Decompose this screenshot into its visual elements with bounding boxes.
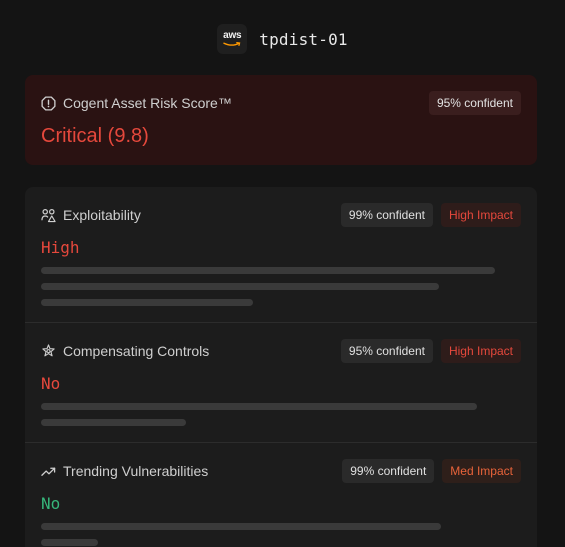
impact-badge: Med Impact [442, 459, 521, 483]
factor-header: Compensating Controls 95% confident High… [41, 339, 521, 363]
factor-header: Exploitability 99% confident High Impact [41, 203, 521, 227]
factor-value: High [41, 238, 80, 257]
factor-exploitability: Exploitability 99% confident High Impact… [25, 187, 537, 322]
asset-risk-panel: aws tpdist-01 Cogent Asset Risk Score™ 9… [0, 0, 565, 547]
factor-header: Trending Vulnerabilities 99% confident M… [41, 459, 521, 483]
confidence-badge: 95% confident [340, 339, 433, 363]
impact-badge: High Impact [440, 339, 521, 363]
aws-logo: aws [217, 24, 248, 54]
skeleton-line [41, 299, 253, 306]
confidence-badge: 95% confident [428, 91, 521, 115]
shield-alert-icon [41, 95, 56, 111]
asset-header: aws tpdist-01 [0, 23, 565, 55]
skeleton-line [41, 403, 477, 410]
risk-score-label: Cogent Asset Risk Score™ [63, 95, 232, 111]
skeleton-line [41, 419, 186, 426]
skeleton-line [41, 267, 495, 274]
factor-label: Trending Vulnerabilities [63, 463, 209, 479]
risk-score-value: Critical (9.8) [41, 125, 149, 147]
trending-up-icon [41, 467, 56, 476]
asset-name: tpdist-01 [259, 29, 348, 49]
confidence-badge: 99% confident [340, 203, 433, 227]
gear-star-icon [42, 343, 55, 356]
impact-badge: High Impact [440, 203, 521, 227]
skeleton-line [41, 283, 439, 290]
people-warning-icon [41, 208, 56, 222]
risk-factors-card: Exploitability 99% confident High Impact… [25, 187, 537, 547]
factor-value: No [41, 494, 61, 513]
risk-score-card: Cogent Asset Risk Score™ 95% confident C… [25, 75, 537, 165]
aws-logo-text: aws [223, 30, 242, 41]
factor-trending-vulnerabilities: Trending Vulnerabilities 99% confident M… [25, 443, 537, 547]
risk-score-header: Cogent Asset Risk Score™ 95% confident [41, 91, 521, 115]
factor-label: Exploitability [63, 207, 141, 223]
skeleton-line [41, 539, 98, 546]
factor-compensating-controls: Compensating Controls 95% confident High… [25, 323, 537, 442]
factor-value: No [41, 374, 61, 393]
skeleton-line [41, 523, 441, 530]
aws-smile-icon [223, 42, 241, 46]
factor-label: Compensating Controls [63, 343, 210, 359]
confidence-badge: 99% confident [342, 459, 435, 483]
